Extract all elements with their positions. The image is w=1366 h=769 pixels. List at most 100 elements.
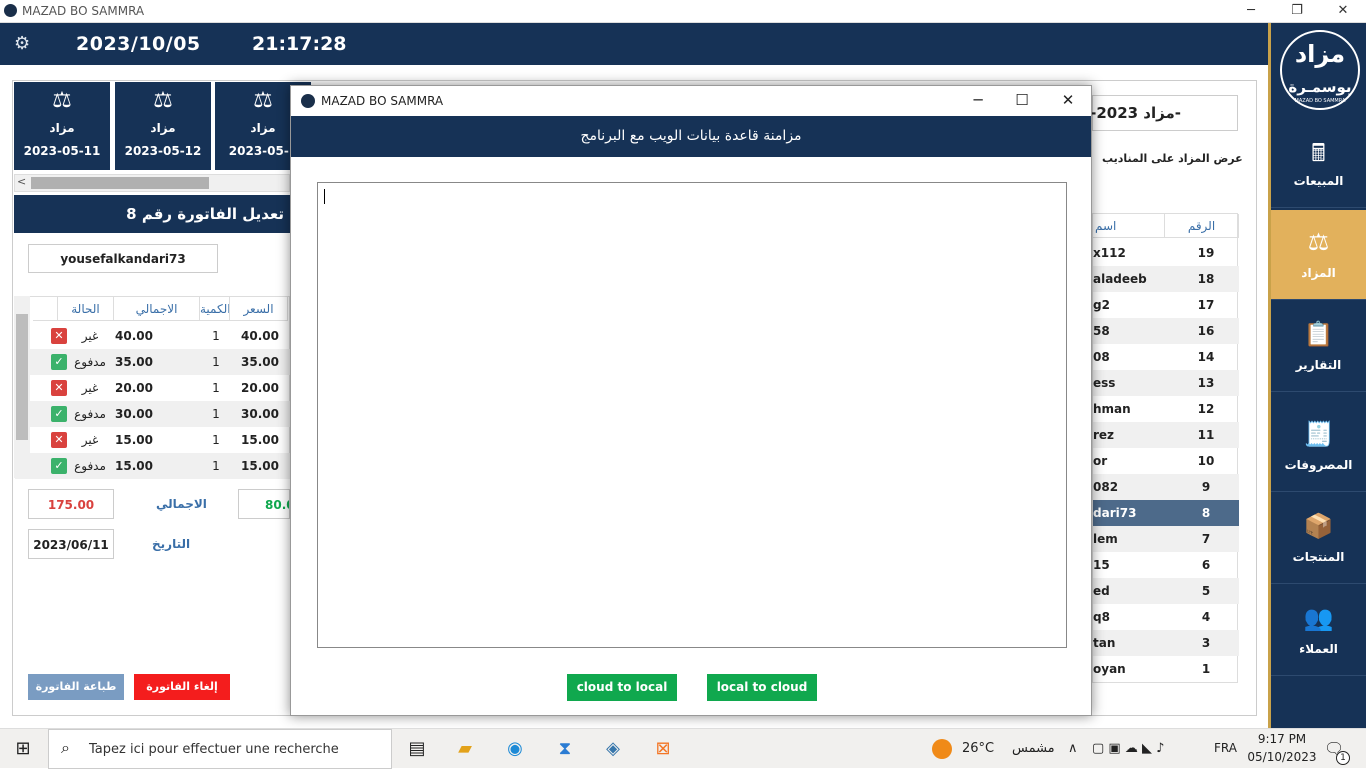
status-cell: غير مدفوع [81,381,99,395]
scrollbar-thumb[interactable] [31,177,209,189]
sidebar-item-customers[interactable]: 👥 العملاء [1271,586,1366,676]
sidebar-item-label: المنتجات [1292,550,1345,564]
show-to-agents-label[interactable]: عرض المزاد على المناديب [1102,152,1243,165]
table-header-number[interactable]: الرقم [1165,214,1239,238]
logo-text-main: مزاد [1294,40,1346,68]
bidder-number-cell: 6 [1201,558,1211,572]
table-header-qty[interactable]: الكمية [200,297,230,321]
table-row[interactable]: tan 3 [1093,630,1239,656]
table-row[interactable]: lem 7 [1093,526,1239,552]
table-row[interactable]: ✓ مدفوع 15.00 1 15.00 [15,453,291,479]
customer-name-field[interactable]: yousefalkandari73 [28,244,218,273]
python-icon[interactable]: ◈ [598,735,628,763]
qty-cell: 1 [212,355,220,369]
total-cell: 40.00 [115,329,153,343]
auction-title-box: مزاد 2023-05- [1069,95,1238,131]
windows-taskbar: ⊞ ⌕ Tapez ici pour effectuer une recherc… [0,728,1366,769]
sidebar-item-expenses[interactable]: 🧾 المصروفات [1271,402,1366,492]
invoice-table-scrollbar[interactable] [14,296,30,478]
tray-icons[interactable]: ▢ ▣ ☁ ◣ ♪ [1092,741,1164,756]
file-explorer-icon[interactable]: ▰ [450,735,480,763]
maximize-button[interactable]: ❐ [1274,0,1320,23]
logo-text-latin: MAZAD BO SAMMRA [1294,98,1346,104]
bidder-name-cell: ed [1093,584,1110,598]
table-row[interactable]: dari73 8 [1093,500,1239,526]
bidder-number-cell: 12 [1197,402,1215,416]
scrollbar-thumb[interactable] [16,314,28,440]
sidebar-item-products[interactable]: 📦 المنتجات [1271,494,1366,584]
table-row[interactable]: g2 17 [1093,292,1239,318]
bidder-number-cell: 3 [1201,636,1211,650]
invoice-date-field[interactable]: 2023/06/11 [28,529,114,559]
sidebar-item-auction[interactable]: ⚖ المزاد [1271,210,1366,300]
table-row[interactable]: x112 19 [1093,240,1239,266]
show-hidden-icons-icon[interactable]: ∧ [1068,741,1078,756]
auction-tile[interactable]: ⚖ مزاد 2023-05-12 [115,82,211,170]
invoice-date-label: التاريخ [152,537,191,551]
minimize-button[interactable]: ─ [1228,0,1274,23]
table-header-cell [33,297,58,321]
input-language[interactable]: FRA [1214,741,1237,755]
clock-date[interactable]: 05/10/2023 [1244,750,1320,764]
table-row[interactable]: aladeeb 18 [1093,266,1239,292]
sync-dialog: MAZAD BO SAMMRA ─ ☐ ✕ مزامنة قاعدة بيانا… [290,85,1092,716]
table-row[interactable]: ✓ مدفوع 35.00 1 35.00 [15,349,291,375]
dialog-close-button[interactable]: ✕ [1045,86,1091,116]
windows-start-icon[interactable]: ⊞ [8,735,38,763]
table-row[interactable]: ✕ غير مدفوع 40.00 1 40.00 [15,323,291,349]
scroll-left-icon[interactable]: < [17,175,26,188]
local-to-cloud-button[interactable]: local to cloud [707,674,817,701]
weather-sun-icon[interactable] [932,739,952,759]
bidders-table: الرقم اسم x112 19 aladeeb 18 g2 17 58 16 08 14 ess… [1092,213,1239,683]
table-row[interactable]: ess 13 [1093,370,1239,396]
bidder-name-cell: oyan [1093,662,1126,676]
xampp-icon[interactable]: ⊠ [648,735,678,763]
vscode-icon[interactable]: ⧗ [550,735,580,763]
paid-check-icon: ✓ [51,406,67,422]
print-invoice-button[interactable]: طباعة الفاتورة [28,674,124,700]
table-header-name[interactable]: اسم [1093,214,1165,238]
cancel-invoice-button[interactable]: إلغاء الفاتورة [134,674,230,700]
dialog-titlebar: MAZAD BO SAMMRA ─ ☐ ✕ [291,86,1091,116]
table-row[interactable]: oyan 1 [1093,656,1239,682]
table-row[interactable]: 58 16 [1093,318,1239,344]
table-row[interactable]: 08 14 [1093,344,1239,370]
table-row[interactable]: 082 9 [1093,474,1239,500]
paid-check-icon: ✓ [51,458,67,474]
clock-time[interactable]: 9:17 PM [1252,732,1312,746]
settings-gear-icon[interactable]: ⚙ [14,33,30,54]
table-row[interactable]: 15 6 [1093,552,1239,578]
auction-tile[interactable]: ⚖ مزاد 2023-05-11 [14,82,110,170]
table-row[interactable]: hman 12 [1093,396,1239,422]
table-row[interactable]: ed 5 [1093,578,1239,604]
dialog-title: MAZAD BO SAMMRA [321,94,444,108]
table-row[interactable]: ✕ غير مدفوع 15.00 1 15.00 [15,427,291,453]
table-row[interactable]: or 10 [1093,448,1239,474]
bidder-number-cell: 5 [1201,584,1211,598]
sync-log-textarea[interactable] [317,182,1067,648]
bidder-name-cell: rez [1093,428,1115,442]
tiles-horizontal-scrollbar[interactable]: < [14,174,290,192]
edge-browser-icon[interactable]: ◉ [500,735,530,763]
sidebar-item-reports[interactable]: 📋 التقارير [1271,302,1366,392]
dialog-maximize-button[interactable]: ☐ [999,86,1045,116]
sidebar-item-sales[interactable]: 🖩 المبيعات [1271,118,1366,208]
table-row[interactable]: rez 11 [1093,422,1239,448]
taskbar-search-box[interactable]: ⌕ Tapez ici pour effectuer une recherche [48,729,392,769]
table-header-total[interactable]: الاجمالي [114,297,200,321]
cloud-to-local-button[interactable]: cloud to local [567,674,677,701]
price-cell: 30.00 [241,407,279,421]
gavel-icon: ⚖ [1307,228,1330,256]
weather-description[interactable]: مشمس [1012,741,1055,756]
table-row[interactable]: ✓ مدفوع 30.00 1 30.00 [15,401,291,427]
weather-temperature[interactable]: 26°C [962,741,994,756]
task-view-icon[interactable]: ▤ [402,735,432,763]
dialog-minimize-button[interactable]: ─ [955,86,1001,116]
table-row[interactable]: q8 4 [1093,604,1239,630]
table-header-price[interactable]: السعر [230,297,288,321]
top-header: ⚙ 2023/10/05 21:17:28 [0,23,1268,65]
total-cell: 15.00 [115,459,153,473]
table-header-status[interactable]: الحالة [58,297,114,321]
table-row[interactable]: ✕ غير مدفوع 20.00 1 20.00 [15,375,291,401]
close-button[interactable]: ✕ [1320,0,1366,23]
